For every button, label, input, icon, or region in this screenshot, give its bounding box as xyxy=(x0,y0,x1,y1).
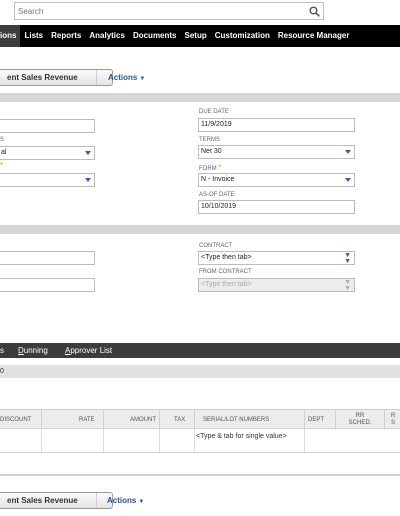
primary-information-header[interactable] xyxy=(0,93,400,102)
contract-value: <Type then tab> xyxy=(201,254,252,261)
column-divider xyxy=(103,410,104,430)
terms-value: Net 30 xyxy=(201,148,222,155)
nav-item-analytics[interactable]: Analytics xyxy=(85,25,129,47)
search-button[interactable] xyxy=(305,3,323,19)
dropdown-arrow-icon xyxy=(85,178,91,182)
classification-header[interactable] xyxy=(0,225,400,234)
left-field-label-2: * xyxy=(0,161,3,170)
column-divider xyxy=(41,410,42,430)
column-header-partial[interactable]: R S xyxy=(391,410,400,430)
items-grid-header: DISCOUNT RATE AMOUNT TAX SERIAL/LOT NUMB… xyxy=(0,409,400,430)
subtab-dunning-rest: unning xyxy=(23,346,48,355)
nav-item-resource-manager[interactable]: Resource Manager xyxy=(274,25,354,47)
nav-item-documents[interactable]: Documents xyxy=(129,25,181,47)
terms-select[interactable]: Net 30 xyxy=(198,145,355,159)
dropdown-arrow-icon xyxy=(345,150,351,154)
column-divider xyxy=(335,410,336,430)
double-chevron-down-icon: ▼ ▼ xyxy=(344,279,351,292)
form-select[interactable]: N - Invoice xyxy=(198,173,355,187)
column-header-rate[interactable]: RATE xyxy=(79,410,95,430)
from-contract-value: <Type then tab> xyxy=(201,281,252,288)
form-label-text: FORM xyxy=(199,166,217,172)
toolbar-divider xyxy=(96,70,97,85)
nav-item-lists[interactable]: Lists xyxy=(20,25,47,47)
column-divider xyxy=(384,410,385,430)
form-value: N - Invoice xyxy=(201,176,235,183)
actions-label: Actions xyxy=(108,73,138,82)
subtab-approver-rest: pprover List xyxy=(70,346,113,355)
column-divider xyxy=(159,410,160,430)
form-label: FORM * xyxy=(199,163,221,172)
serial-lot-numbers-cell[interactable]: <Type & tab for single value> xyxy=(196,432,304,441)
nav-item-transactions[interactable]: ions xyxy=(0,25,21,47)
left-field-label-1: S xyxy=(0,137,5,143)
double-chevron-down-icon: ▼ ▼ xyxy=(344,252,351,265)
items-grid-row[interactable]: <Type & tab for single value> xyxy=(0,429,400,453)
as-of-date-field[interactable]: 10/10/2019 xyxy=(198,200,355,214)
left-text-field-3[interactable] xyxy=(0,278,95,292)
cell-divider xyxy=(304,429,305,453)
subtab-approver-list[interactable]: Approver List xyxy=(65,343,112,358)
required-asterisk-icon: * xyxy=(0,161,4,170)
nav-item-customization[interactable]: Customization xyxy=(211,25,274,47)
as-of-date-label: AS-OF DATE xyxy=(199,192,235,198)
column-header-serial-lot-numbers[interactable]: SERIAL/LOT NUMBERS xyxy=(203,410,269,430)
left-select-1-value: al xyxy=(1,149,7,156)
required-asterisk-icon: * xyxy=(218,163,222,172)
due-date-field[interactable]: 11/9/2019 xyxy=(198,118,355,132)
search-input[interactable] xyxy=(15,3,305,19)
subtab-partial[interactable]: s xyxy=(0,343,4,358)
cell-divider xyxy=(194,429,195,453)
cell-divider xyxy=(159,429,160,453)
subtab-sub-bar[interactable]: 0 xyxy=(0,365,400,378)
contract-label: CONTRACT xyxy=(199,243,233,249)
caret-down-icon: ▼ xyxy=(138,499,145,505)
contract-field[interactable]: <Type then tab> ▼ ▼ xyxy=(198,251,355,265)
column-header-discount[interactable]: DISCOUNT xyxy=(0,410,31,430)
left-text-field-2[interactable] xyxy=(0,251,95,265)
actions-menu-bottom[interactable]: Actions ▼ xyxy=(107,496,144,505)
left-text-field-1[interactable] xyxy=(0,119,95,133)
subtab-dunning[interactable]: Dunning xyxy=(18,343,48,358)
column-divider xyxy=(194,410,195,430)
dropdown-arrow-icon xyxy=(345,178,351,182)
from-contract-field: <Type then tab> ▼ ▼ xyxy=(198,278,355,292)
subtab-bar: s Dunning Approver List xyxy=(0,343,400,358)
nav-item-setup[interactable]: Setup xyxy=(181,25,211,47)
caret-down-icon: ▼ xyxy=(139,76,146,82)
column-header-amount[interactable]: AMOUNT xyxy=(130,410,156,430)
toolbar-divider xyxy=(96,493,97,508)
nav-item-reports[interactable]: Reports xyxy=(47,25,85,47)
footer-divider xyxy=(0,474,400,476)
search-icon xyxy=(309,6,320,17)
dropdown-arrow-icon xyxy=(85,151,91,155)
column-header-dept[interactable]: DEPT xyxy=(308,410,324,430)
due-date-label: DUE DATE xyxy=(199,109,229,115)
column-header-rr-sched[interactable]: RR SCHED. xyxy=(345,410,375,430)
column-header-tax[interactable]: TAX xyxy=(174,410,185,430)
cell-divider xyxy=(41,429,42,453)
actions-menu[interactable]: Actions ▼ xyxy=(108,73,145,82)
actions-label: Actions xyxy=(107,496,137,505)
terms-label: TERMS xyxy=(199,137,220,143)
global-search xyxy=(14,2,324,20)
left-select-1[interactable]: al xyxy=(0,146,95,160)
cell-divider xyxy=(103,429,104,453)
left-select-2[interactable] xyxy=(0,173,95,187)
from-contract-label: FROM CONTRACT xyxy=(199,269,252,275)
column-divider xyxy=(304,410,305,430)
main-navigation: ions Lists Reports Analytics Documents S… xyxy=(0,25,400,47)
